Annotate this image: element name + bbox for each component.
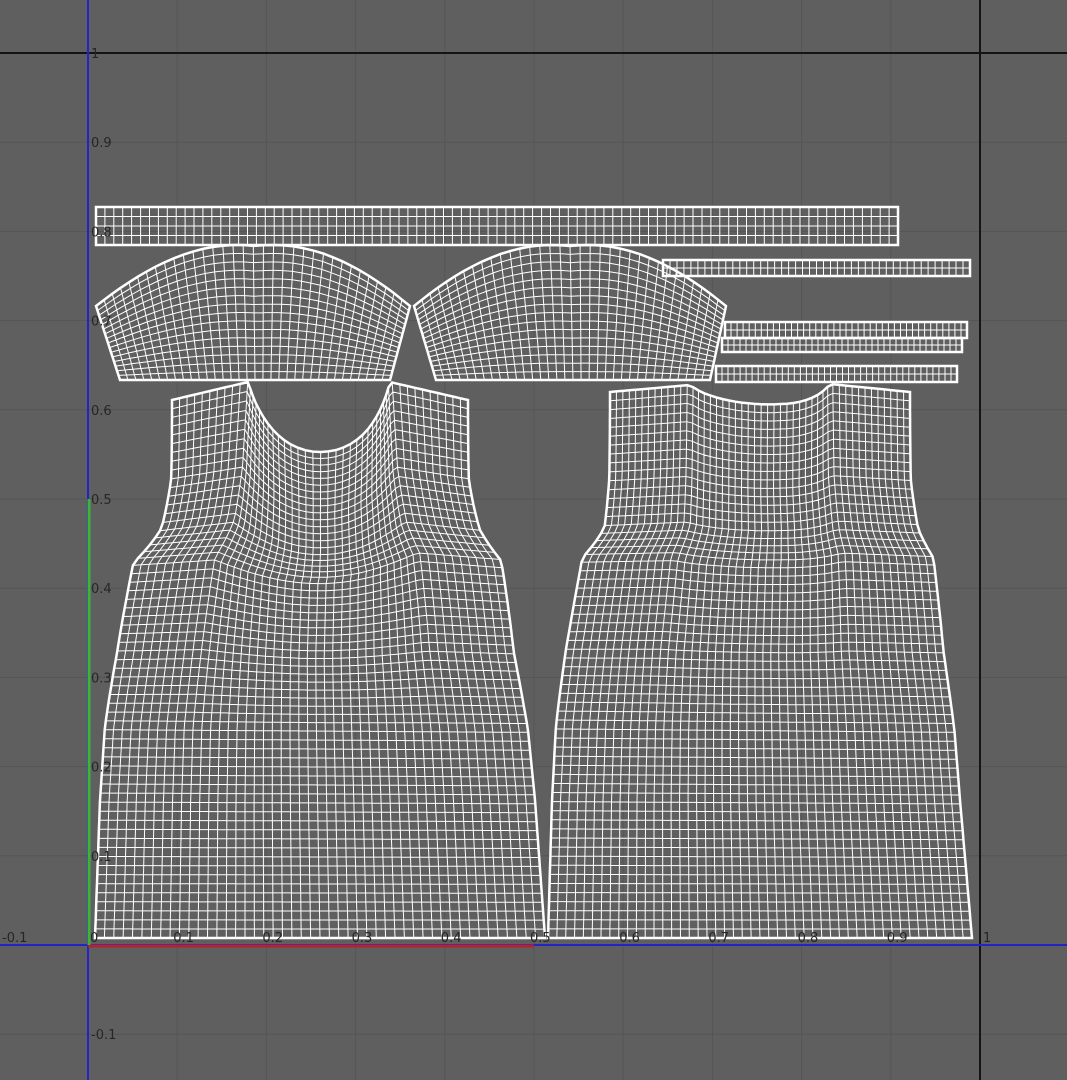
u-tick-label: -0.1 <box>2 931 27 946</box>
u-tick-label: 0.1 <box>173 931 194 946</box>
thin-strip-3-shell[interactable] <box>720 336 964 354</box>
v-tick-label: 0.9 <box>91 136 112 151</box>
uv-canvas[interactable]: -0.1 0.1 0.2 0.3 0.4 0.5 0.6 0.7 0.8 0.9 1 -0.1 0 0.1… <box>0 0 1067 1080</box>
u-tick-label: 0 <box>90 931 98 946</box>
v-tick-label: 0.6 <box>91 404 112 419</box>
u-tick-label: 0.8 <box>798 931 819 946</box>
v-tick-label: 0.1 <box>91 850 112 865</box>
u-tick-label: 1 <box>983 931 991 946</box>
u-tick-label: 0.7 <box>708 931 729 946</box>
u-tick-label: 0.9 <box>887 931 908 946</box>
v-tick-label: 0.5 <box>91 493 112 508</box>
v-tick-label: 0.2 <box>91 761 112 776</box>
thin-strip-2-shell[interactable] <box>723 320 969 340</box>
thin-strip-4-shell[interactable] <box>714 364 959 384</box>
u-tick-label: 0.4 <box>441 931 462 946</box>
v-tick-label: 0.4 <box>91 582 112 597</box>
u-tick-label: 0.5 <box>530 931 551 946</box>
thin-strip-4-mesh <box>715 365 958 383</box>
v-tick-label: 0.3 <box>91 671 112 686</box>
v-tick-label: 1 <box>91 47 99 62</box>
u-tick-label: 0.6 <box>619 931 640 946</box>
u-tick-label: 0.2 <box>262 931 283 946</box>
v-tick-label: 0.7 <box>91 315 112 330</box>
v-tick-label: -0.1 <box>91 1028 116 1043</box>
uv-texture-editor[interactable]: -0.1 0.1 0.2 0.3 0.4 0.5 0.6 0.7 0.8 0.9 1 -0.1 0 0.1… <box>0 0 1067 1080</box>
thin-strip-2-mesh <box>724 321 968 339</box>
u-tick-label: 0.3 <box>352 931 373 946</box>
v-tick-label: 0.8 <box>91 225 112 240</box>
thin-strip-3-mesh <box>721 337 963 353</box>
